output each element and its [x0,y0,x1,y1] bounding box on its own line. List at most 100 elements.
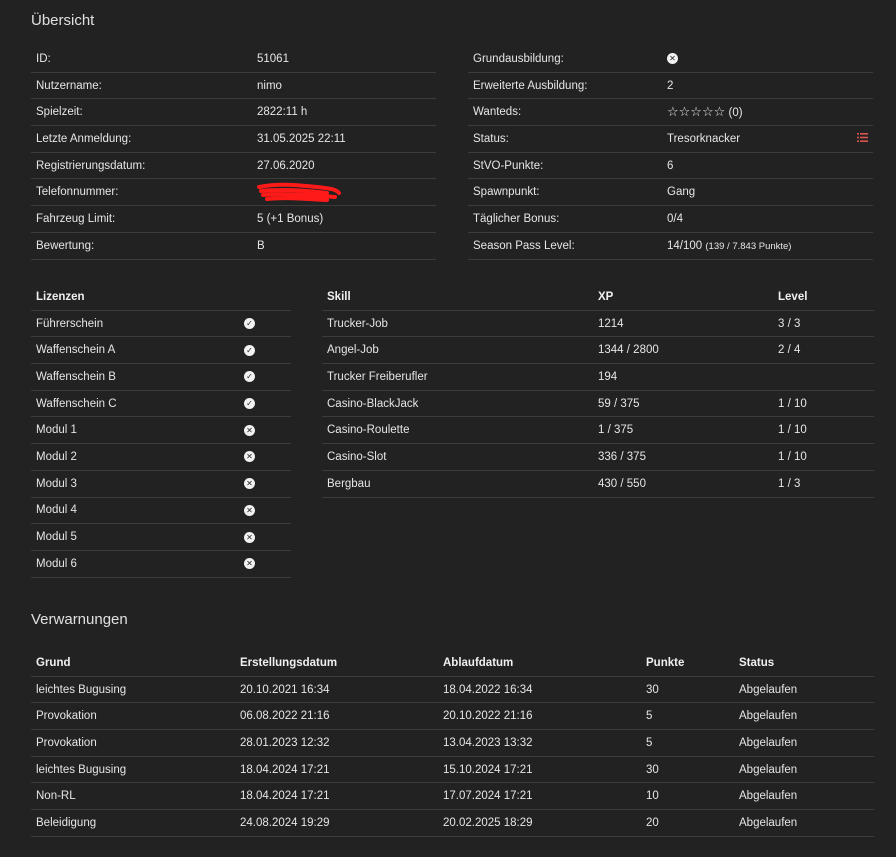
field-value: Gang [662,178,873,207]
license-row: Modul 3 ✕ [31,470,291,498]
license-name: Modul 4 [31,497,239,525]
field-label: Erweiterte Ausbildung: [468,72,662,100]
field-label: StVO-Punkte: [468,152,662,180]
skill-xp: 336 / 375 [593,443,773,471]
warning-reason: Provokation [31,729,235,757]
warning-created: 06.08.2022 21:16 [235,702,438,731]
overview-row: Spielzeit: 2822:11 h [31,98,436,127]
field-value: 14/100 (139 / 7.843 Punkte) [662,232,873,260]
warning-points: 5 [641,702,734,731]
skill-xp: 1 / 375 [593,416,773,445]
license-name: Modul 2 [31,443,239,471]
overview-title: Übersicht [31,12,95,29]
overview-row: Registrierungsdatum: 27.06.2020 [31,152,436,180]
season-points: (139 / 7.843 Punkte) [705,240,792,252]
warning-points: 30 [641,756,734,784]
license-row: Modul 5 ✕ [31,523,291,551]
x-circle-icon: ✕ [244,451,255,463]
license-row: Waffenschein C ✓ [31,390,291,418]
warning-points: 30 [641,676,734,704]
license-name: Modul 6 [31,550,239,578]
field-value: 6 [662,152,873,180]
skill-row: Casino-Slot 336 / 375 1 / 10 [322,443,874,471]
warning-status: Abgelaufen [734,782,874,811]
skill-name: Casino-Roulette [322,416,593,445]
overview-row: Fahrzeug Limit: 5 (+1 Bonus) [31,205,436,233]
overview-row: ID: 51061 [31,46,436,73]
field-label: Grundausbildung: [468,46,662,73]
field-label: Letzte Anmeldung: [31,125,252,153]
skill-level: 1 / 3 [773,470,874,498]
skills-header-skill: Skill [322,284,593,311]
field-value: 31.05.2025 22:11 [252,125,436,153]
warning-reason: leichtes Bugusing [31,676,235,704]
warnings-header-points: Punkte [641,650,734,677]
license-name: Waffenschein B [31,363,239,391]
skill-level: 1 / 10 [773,443,874,471]
warning-row: Non-RL 18.04.2024 17:21 17.07.2024 17:21 10… [31,782,874,811]
warning-points: 5 [641,729,734,757]
overview-row: Grundausbildung: ✕ [468,46,873,73]
overview-right-table: Grundausbildung: ✕ Erweiterte Ausbildung… [468,46,873,260]
license-name: Führerschein [31,310,239,338]
warning-points: 10 [641,782,734,811]
skill-xp: 59 / 375 [593,390,773,418]
overview-row: Telefonnummer: [31,178,436,207]
check-circle-icon: ✓ [244,318,255,329]
overview-row: Spawnpunkt: Gang [468,178,873,207]
skill-name: Bergbau [322,470,593,498]
field-value: 2 [662,72,873,100]
warning-points: 20 [641,809,734,837]
warning-row: Beleidigung 24.08.2024 19:29 20.02.2025 18… [31,809,874,837]
overview-row: Status: Tresorknacker [468,125,873,153]
overview-row: StVO-Punkte: 6 [468,152,873,180]
warning-row: leichtes Bugusing 20.10.2021 16:34 18.04.2… [31,676,874,704]
field-label: Bewertung: [31,232,252,260]
warning-reason: Beleidigung [31,809,235,837]
field-label: Season Pass Level: [468,232,662,260]
season-level: 14/100 [667,239,703,252]
field-value: ✕ [662,46,873,73]
license-row: Waffenschein A ✓ [31,336,291,365]
warning-reason: Provokation [31,702,235,731]
skill-name: Casino-BlackJack [322,390,593,418]
field-value: B [252,232,436,260]
licenses-table: Lizenzen Führerschein ✓ Waffenschein A ✓ W… [31,284,291,578]
skill-row: Casino-Roulette 1 / 375 1 / 10 [322,416,874,445]
overview-left-table: ID: 51061 Nutzername: nimo Spielzeit: 2822:… [31,46,436,260]
x-circle-icon: ✕ [244,424,255,436]
skill-level [773,363,874,391]
overview-row: Wanteds: ☆☆☆☆☆ (0) [468,98,873,127]
warning-expires: 18.04.2022 16:34 [438,676,641,704]
skill-name: Trucker Freiberufler [322,363,593,391]
overview-row: Nutzername: nimo [31,72,436,100]
field-label: Fahrzeug Limit: [31,205,252,233]
status-text: Tresorknacker [667,132,741,145]
warning-created: 18.04.2024 17:21 [235,782,438,811]
check-circle-icon: ✓ [244,344,255,356]
field-value: 51061 [252,46,436,73]
overview-row: Letzte Anmeldung: 31.05.2025 22:11 [31,125,436,153]
warning-created: 18.04.2024 17:21 [235,756,438,784]
license-name: Modul 1 [31,416,239,445]
x-circle-icon: ✕ [244,531,255,543]
x-circle-icon: ✕ [667,53,678,65]
overview-row: Täglicher Bonus: 0/4 [468,205,873,233]
warning-status: Abgelaufen [734,702,874,731]
check-circle-icon: ✓ [244,371,255,383]
field-value: Tresorknacker [662,125,873,153]
warnings-header-created: Erstellungsdatum [235,650,438,677]
licenses-header: Lizenzen [31,284,291,311]
list-icon[interactable] [857,132,868,145]
skill-name: Trucker-Job [322,310,593,338]
skills-header-xp: XP [593,284,773,311]
wanted-stars: ☆☆☆☆☆ [667,104,726,120]
field-label: Telefonnummer: [31,178,252,207]
warning-row: Provokation 06.08.2022 21:16 20.10.2022 21… [31,702,874,731]
field-label: Spawnpunkt: [468,178,662,207]
field-value: ☆☆☆☆☆ (0) [662,98,873,127]
warnings-header-expires: Ablaufdatum [438,650,641,677]
warning-reason: leichtes Bugusing [31,756,235,784]
warning-status: Abgelaufen [734,676,874,704]
skill-name: Casino-Slot [322,443,593,471]
